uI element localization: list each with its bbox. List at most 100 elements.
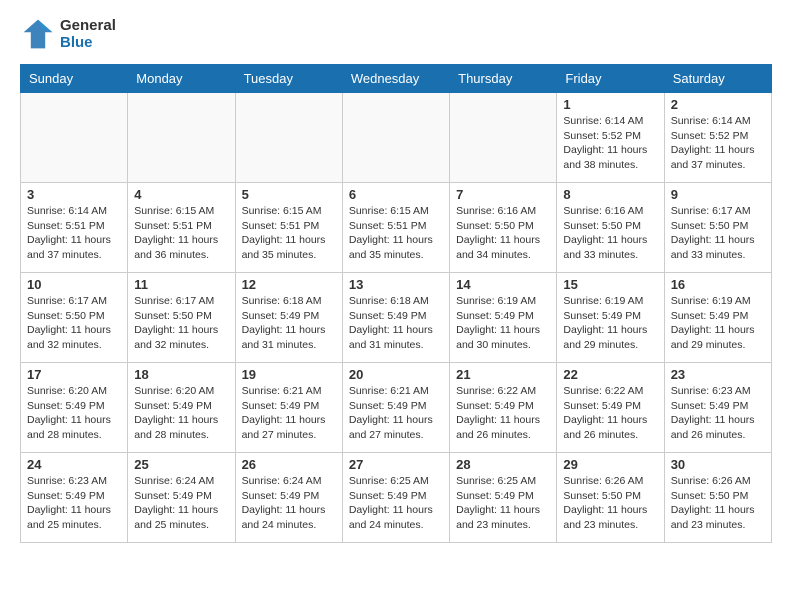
day-number: 20 [349,367,443,382]
day-number: 29 [563,457,657,472]
page-container: General Blue SundayMondayTuesdayWednesda… [0,0,792,559]
day-number: 6 [349,187,443,202]
calendar-cell: 16 Sunrise: 6:19 AM Sunset: 5:49 PM Dayli… [664,273,771,363]
week-row-1: 1 Sunrise: 6:14 AM Sunset: 5:52 PM Daylig… [21,93,772,183]
day-info: Sunrise: 6:24 AM Sunset: 5:49 PM Dayligh… [134,474,228,533]
calendar-cell: 2 Sunrise: 6:14 AM Sunset: 5:52 PM Daylig… [664,93,771,183]
day-info: Sunrise: 6:25 AM Sunset: 5:49 PM Dayligh… [349,474,443,533]
day-number: 18 [134,367,228,382]
calendar-header-row: SundayMondayTuesdayWednesdayThursdayFrid… [21,65,772,93]
logo: General Blue [20,16,116,52]
calendar-cell [21,93,128,183]
calendar-cell: 10 Sunrise: 6:17 AM Sunset: 5:50 PM Dayli… [21,273,128,363]
day-info: Sunrise: 6:25 AM Sunset: 5:49 PM Dayligh… [456,474,550,533]
calendar-cell: 12Sunrise: 6:18 AM Sunset: 5:49 PM Dayli… [235,273,342,363]
calendar-cell: 30Sunrise: 6:26 AM Sunset: 5:50 PM Dayli… [664,453,771,543]
calendar-cell: 22Sunrise: 6:22 AM Sunset: 5:49 PM Dayli… [557,363,664,453]
day-info: Sunrise: 6:17 AM Sunset: 5:50 PM Dayligh… [134,294,228,353]
day-number: 11 [134,277,228,292]
day-number: 26 [242,457,336,472]
day-info: Sunrise: 6:14 AM Sunset: 5:52 PM Dayligh… [671,114,765,173]
day-info: Sunrise: 6:23 AM Sunset: 5:49 PM Dayligh… [671,384,765,443]
calendar-cell: 24Sunrise: 6:23 AM Sunset: 5:49 PM Dayli… [21,453,128,543]
calendar-cell: 18 Sunrise: 6:20 AM Sunset: 5:49 PM Dayli… [128,363,235,453]
calendar-cell: 23 Sunrise: 6:23 AM Sunset: 5:49 PM Dayli… [664,363,771,453]
week-row-3: 10 Sunrise: 6:17 AM Sunset: 5:50 PM Dayli… [21,273,772,363]
day-number: 5 [242,187,336,202]
calendar-cell: 7 Sunrise: 6:16 AM Sunset: 5:50 PM Daylig… [450,183,557,273]
calendar-cell [450,93,557,183]
day-info: Sunrise: 6:14 AM Sunset: 5:52 PM Dayligh… [563,114,657,173]
day-number: 2 [671,97,765,112]
calendar-cell: 1 Sunrise: 6:14 AM Sunset: 5:52 PM Daylig… [557,93,664,183]
calendar-cell: 8 Sunrise: 6:16 AM Sunset: 5:50 PM Daylig… [557,183,664,273]
day-number: 10 [27,277,121,292]
day-info: Sunrise: 6:21 AM Sunset: 5:49 PM Dayligh… [349,384,443,443]
day-info: Sunrise: 6:19 AM Sunset: 5:49 PM Dayligh… [563,294,657,353]
week-row-2: 3 Sunrise: 6:14 AM Sunset: 5:51 PM Daylig… [21,183,772,273]
day-number: 15 [563,277,657,292]
calendar-cell: 21 Sunrise: 6:22 AM Sunset: 5:49 PM Dayli… [450,363,557,453]
calendar-cell: 15 Sunrise: 6:19 AM Sunset: 5:49 PM Dayli… [557,273,664,363]
day-info: Sunrise: 6:18 AM Sunset: 5:49 PM Dayligh… [242,294,336,353]
col-header-thursday: Thursday [450,65,557,93]
day-info: Sunrise: 6:16 AM Sunset: 5:50 PM Dayligh… [563,204,657,263]
calendar-cell: 25 Sunrise: 6:24 AM Sunset: 5:49 PM Dayli… [128,453,235,543]
day-info: Sunrise: 6:21 AM Sunset: 5:49 PM Dayligh… [242,384,336,443]
calendar-cell [235,93,342,183]
day-number: 28 [456,457,550,472]
calendar-cell: 6 Sunrise: 6:15 AM Sunset: 5:51 PM Daylig… [342,183,449,273]
day-info: Sunrise: 6:18 AM Sunset: 5:49 PM Dayligh… [349,294,443,353]
day-info: Sunrise: 6:17 AM Sunset: 5:50 PM Dayligh… [27,294,121,353]
day-number: 21 [456,367,550,382]
day-info: Sunrise: 6:16 AM Sunset: 5:50 PM Dayligh… [456,204,550,263]
day-number: 14 [456,277,550,292]
calendar-cell: 14Sunrise: 6:19 AM Sunset: 5:49 PM Dayli… [450,273,557,363]
week-row-4: 17 Sunrise: 6:20 AM Sunset: 5:49 PM Dayli… [21,363,772,453]
col-header-friday: Friday [557,65,664,93]
col-header-wednesday: Wednesday [342,65,449,93]
calendar-cell: 20 Sunrise: 6:21 AM Sunset: 5:49 PM Dayli… [342,363,449,453]
day-info: Sunrise: 6:22 AM Sunset: 5:49 PM Dayligh… [456,384,550,443]
day-number: 27 [349,457,443,472]
day-info: Sunrise: 6:26 AM Sunset: 5:50 PM Dayligh… [563,474,657,533]
day-number: 7 [456,187,550,202]
calendar-cell: 11 Sunrise: 6:17 AM Sunset: 5:50 PM Dayli… [128,273,235,363]
week-row-5: 24Sunrise: 6:23 AM Sunset: 5:49 PM Dayli… [21,453,772,543]
col-header-saturday: Saturday [664,65,771,93]
col-header-sunday: Sunday [21,65,128,93]
calendar-cell: 19Sunrise: 6:21 AM Sunset: 5:49 PM Dayli… [235,363,342,453]
day-number: 3 [27,187,121,202]
col-header-monday: Monday [128,65,235,93]
calendar-cell: 27 Sunrise: 6:25 AM Sunset: 5:49 PM Dayli… [342,453,449,543]
day-number: 1 [563,97,657,112]
day-number: 16 [671,277,765,292]
col-header-tuesday: Tuesday [235,65,342,93]
day-number: 17 [27,367,121,382]
day-info: Sunrise: 6:19 AM Sunset: 5:49 PM Dayligh… [671,294,765,353]
calendar-cell: 9Sunrise: 6:17 AM Sunset: 5:50 PM Daylig… [664,183,771,273]
calendar-cell: 17 Sunrise: 6:20 AM Sunset: 5:49 PM Dayli… [21,363,128,453]
calendar-cell: 26Sunrise: 6:24 AM Sunset: 5:49 PM Dayli… [235,453,342,543]
calendar-cell: 13 Sunrise: 6:18 AM Sunset: 5:49 PM Dayli… [342,273,449,363]
day-info: Sunrise: 6:15 AM Sunset: 5:51 PM Dayligh… [349,204,443,263]
day-number: 4 [134,187,228,202]
day-number: 8 [563,187,657,202]
calendar-cell: 29 Sunrise: 6:26 AM Sunset: 5:50 PM Dayli… [557,453,664,543]
day-info: Sunrise: 6:22 AM Sunset: 5:49 PM Dayligh… [563,384,657,443]
calendar-table: SundayMondayTuesdayWednesdayThursdayFrid… [20,64,772,543]
header: General Blue [20,16,772,52]
logo-text: General Blue [60,17,116,51]
day-info: Sunrise: 6:20 AM Sunset: 5:49 PM Dayligh… [27,384,121,443]
day-number: 9 [671,187,765,202]
calendar-cell: 4Sunrise: 6:15 AM Sunset: 5:51 PM Daylig… [128,183,235,273]
day-number: 13 [349,277,443,292]
logo-icon [20,16,56,52]
day-number: 25 [134,457,228,472]
calendar-cell [342,93,449,183]
day-info: Sunrise: 6:15 AM Sunset: 5:51 PM Dayligh… [242,204,336,263]
day-info: Sunrise: 6:14 AM Sunset: 5:51 PM Dayligh… [27,204,121,263]
day-info: Sunrise: 6:20 AM Sunset: 5:49 PM Dayligh… [134,384,228,443]
calendar-cell: 28 Sunrise: 6:25 AM Sunset: 5:49 PM Dayli… [450,453,557,543]
day-number: 23 [671,367,765,382]
